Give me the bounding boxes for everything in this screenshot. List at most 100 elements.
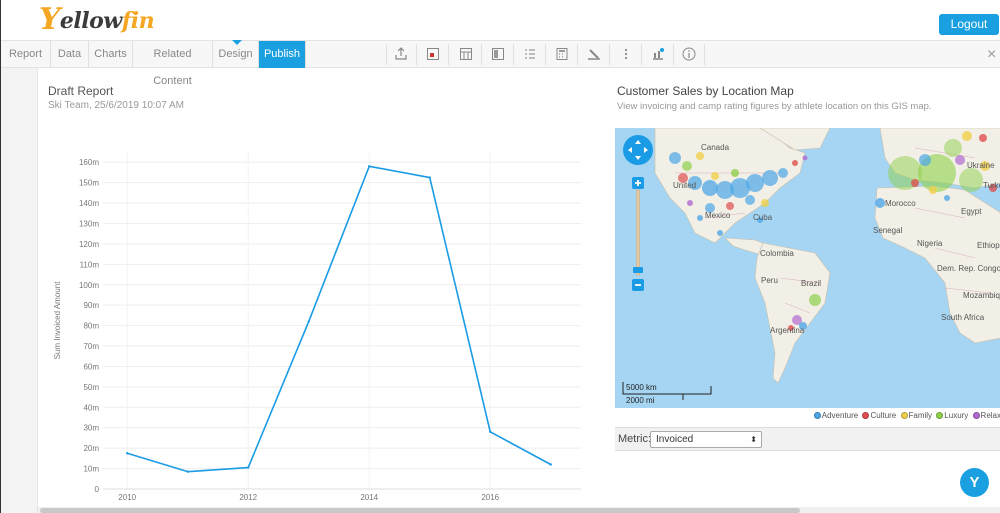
metric-select-value: Invoiced [656,434,694,445]
legend-dot-culture [862,412,870,419]
table-icon[interactable] [459,47,473,61]
info-icon[interactable] [682,47,696,61]
y-axis-label: Sum Invoiced Amount [53,281,62,360]
list-icon[interactable] [523,47,537,61]
toolbar-separator [641,44,642,65]
toolbar-separator [513,44,514,65]
map-zoom-slider[interactable] [632,177,644,291]
close-icon[interactable]: × [987,46,996,64]
legend-dot-luxury [936,412,944,419]
map-label-ethiopia: Ethiopia [977,241,1000,250]
toolbar-separator [545,44,546,65]
map-subtitle: View invoicing and camp rating figures b… [617,101,932,112]
map-label-brazil: Brazil [801,279,821,288]
y-tick-label: 90m [83,301,99,310]
toolbar-separator [609,44,610,65]
toolbar-separator [577,44,578,65]
select-arrows-icon: ⬍ [750,435,757,444]
calculator-icon[interactable] [555,47,569,61]
y-tick-label: 10m [83,465,99,474]
columns-icon[interactable] [491,47,505,61]
x-tick-label: 2014 [360,493,378,502]
data-point[interactable] [126,452,129,455]
data-point[interactable] [368,165,371,168]
series-line[interactable] [126,165,552,473]
yellowfin-assistant-button[interactable]: Y [960,468,989,497]
y-tick-label: 40m [83,403,99,412]
yellowfin-logo[interactable]: Yellow fin [39,2,155,37]
scale-km-label: 5000 km [626,383,657,392]
tab-charts[interactable]: Charts [89,41,133,68]
x-tick-label: 2010 [118,493,136,502]
scrollbar-thumb[interactable] [40,508,800,513]
toolbar-separator [481,44,482,65]
map-label-cuba: Cuba [753,213,773,222]
data-point[interactable] [307,320,310,323]
map-pan-control[interactable] [623,135,653,165]
tab-related-content[interactable]: Related Content [133,41,213,87]
toolbar-separator [416,44,417,65]
metric-select[interactable]: Invoiced ⬍ [650,431,762,448]
map-legend: Adventure Culture Family Luxury Relax [615,411,1000,425]
metric-label: Metric: [618,433,651,445]
y-tick-label: 160m [79,158,99,167]
chart-y-ticks: 0 10m 20m 30m 40m 50m 60m 70m 80m 90m 100m 110m 120m… [79,158,100,494]
logo-mark: Y [39,2,60,37]
y-tick-label: 140m [79,199,99,208]
chart-series [126,165,552,473]
legend-label-culture[interactable]: Culture [870,411,896,420]
tab-publish[interactable]: Publish [259,41,306,68]
more-icon[interactable] [619,47,633,61]
y-tick-label: 120m [79,240,99,249]
map-scale-bar: 5000 km 2000 mi [622,382,712,405]
report-layout-icon[interactable] [426,47,440,61]
tab-design[interactable]: Design [213,41,259,68]
map-label-egypt: Egypt [961,207,982,216]
legend-label-relax[interactable]: Relax [981,411,1000,420]
app-header: Yellow fin Logout [1,0,1000,40]
data-point[interactable] [247,466,250,469]
chart-x-ticks: 2010 2012 2014 2016 [118,493,499,502]
chart-gridlines [103,152,581,490]
data-point[interactable] [428,176,431,179]
tab-data[interactable]: Data [51,41,89,68]
map-label-mozambique: Mozambique [963,291,1000,300]
legend-label-adventure[interactable]: Adventure [822,411,858,420]
y-tick-label: 70m [83,342,99,351]
horizontal-scrollbar[interactable] [38,507,1000,513]
map-label-canada: Canada [701,143,730,152]
logo-text-ellow: ellow [59,8,122,34]
export-icon[interactable] [394,47,408,61]
legend-dot-adventure [813,412,821,419]
toolbar-separator [704,44,705,65]
map-label-ukraine: Ukraine [967,161,995,170]
logout-button[interactable]: Logout [939,14,999,35]
legend-dot-family [900,412,908,419]
legend-label-family[interactable]: Family [909,411,933,420]
report-toolbar: Report Data Charts Related Content Desig… [1,40,1000,87]
y-tick-label: 30m [83,424,99,433]
data-point[interactable] [549,463,552,466]
y-tick-label: 130m [79,219,99,228]
line-chart[interactable]: 0 10m 20m 30m 40m 50m 60m 70m 80m 90m 100m 110m 120m… [41,140,601,505]
brush-icon[interactable] [587,47,601,61]
map-title: Customer Sales by Location Map [617,84,794,98]
toolbar-separator [448,44,449,65]
legend-label-luxury[interactable]: Luxury [944,411,968,420]
data-point[interactable] [489,430,492,434]
chart-settings-icon[interactable] [651,47,665,61]
x-tick-label: 2016 [481,493,499,502]
report-subtitle: Ski Team, 25/6/2019 10:07 AM [48,100,185,111]
gis-map[interactable]: Canada United Mexico Cuba Colombia Peru … [615,128,1000,408]
map-canvas: Canada United Mexico Cuba Colombia Peru … [622,128,1000,405]
map-label-nigeria: Nigeria [917,239,943,248]
map-label-turkey: Turkey [983,181,1000,190]
report-title: Draft Report [48,84,114,98]
y-tick-label: 80m [83,322,99,331]
y-tick-label: 110m [80,260,100,269]
map-label-colombia: Colombia [760,249,794,258]
x-tick-label: 2012 [239,493,257,502]
data-point[interactable] [186,470,189,473]
metric-bar: Metric: Invoiced ⬍ [615,427,1000,451]
tab-report[interactable]: Report [1,41,51,68]
